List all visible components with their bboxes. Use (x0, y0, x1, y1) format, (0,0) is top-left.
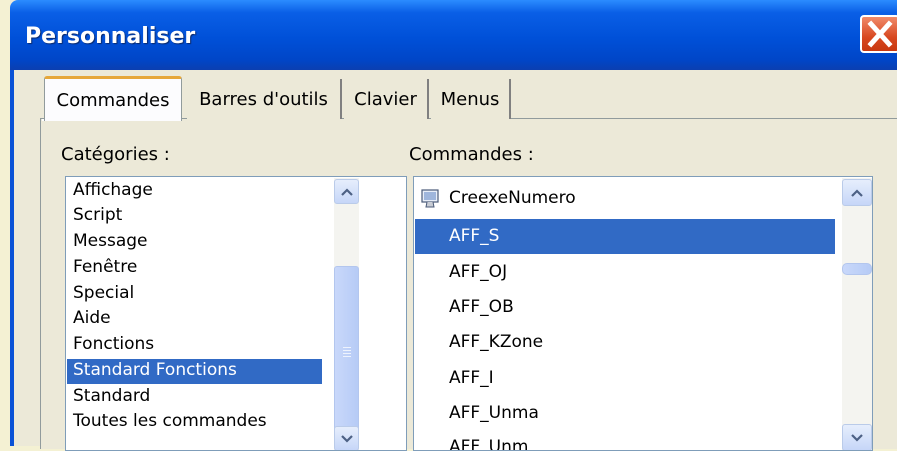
command-item[interactable]: AFF_OB (449, 297, 514, 317)
category-item[interactable]: Toutes les commandes (73, 411, 267, 431)
window-border (10, 70, 14, 446)
command-item-selected[interactable]: AFF_S (449, 226, 499, 246)
chevron-down-icon (340, 434, 353, 443)
commands-label: Commandes : (409, 144, 534, 165)
command-item[interactable]: AFF_Unm (449, 437, 528, 450)
category-item[interactable]: Fonctions (73, 334, 154, 354)
command-item[interactable]: AFF_KZone (449, 332, 543, 352)
chevron-up-icon (851, 188, 863, 197)
category-item[interactable]: Fenêtre (73, 257, 137, 277)
category-item[interactable]: Special (73, 283, 134, 303)
categories-list[interactable]: Affichage Script Message Fenêtre Special… (65, 176, 407, 451)
tab-clavier[interactable]: Clavier (344, 79, 429, 119)
category-item[interactable]: Affichage (73, 180, 153, 200)
category-item-selected[interactable]: Standard Fonctions (73, 360, 237, 380)
command-item[interactable]: AFF_Unma (449, 403, 539, 423)
tab-commandes[interactable]: Commandes (44, 76, 182, 121)
tab-panel: Catégories : Commandes : Affichage Scrip… (40, 118, 897, 451)
command-item[interactable]: CreexeNumero (449, 188, 576, 208)
commands-scrollbar[interactable] (842, 178, 872, 450)
customize-dialog: Personnaliser Catégories : Commandes : A… (10, 0, 897, 451)
title-bar[interactable]: Personnaliser (10, 0, 897, 70)
scroll-up-button[interactable] (842, 179, 872, 206)
scroll-grip (342, 350, 351, 351)
scroll-down-button[interactable] (842, 424, 872, 450)
scroll-thumb[interactable] (842, 263, 872, 275)
scroll-thumb[interactable] (334, 266, 359, 446)
categories-label: Catégories : (61, 144, 170, 165)
close-icon (867, 20, 893, 48)
command-item[interactable]: AFF_I (449, 368, 494, 388)
scroll-down-button[interactable] (334, 426, 359, 450)
chevron-up-icon (340, 187, 353, 196)
scroll-grip (342, 347, 351, 348)
category-item[interactable]: Message (73, 231, 148, 251)
category-item[interactable]: Aide (73, 308, 111, 328)
categories-scrollbar[interactable] (334, 178, 359, 450)
window-title: Personnaliser (25, 24, 196, 49)
command-item[interactable]: AFF_OJ (449, 262, 507, 282)
category-item[interactable]: Script (73, 205, 122, 225)
computer-icon (419, 188, 441, 214)
tab-menus[interactable]: Menus (431, 79, 511, 119)
scroll-grip (342, 353, 351, 354)
scroll-up-button[interactable] (334, 179, 359, 204)
tab-barres-outils[interactable]: Barres d'outils (187, 79, 342, 119)
close-button[interactable] (860, 15, 897, 53)
chevron-down-icon (851, 433, 863, 442)
scroll-grip (342, 356, 351, 357)
commands-list[interactable]: CreexeNumero AFF_S AFF_OJ AFF_OB AFF_KZo… (413, 176, 873, 451)
category-item[interactable]: Standard (73, 386, 150, 406)
